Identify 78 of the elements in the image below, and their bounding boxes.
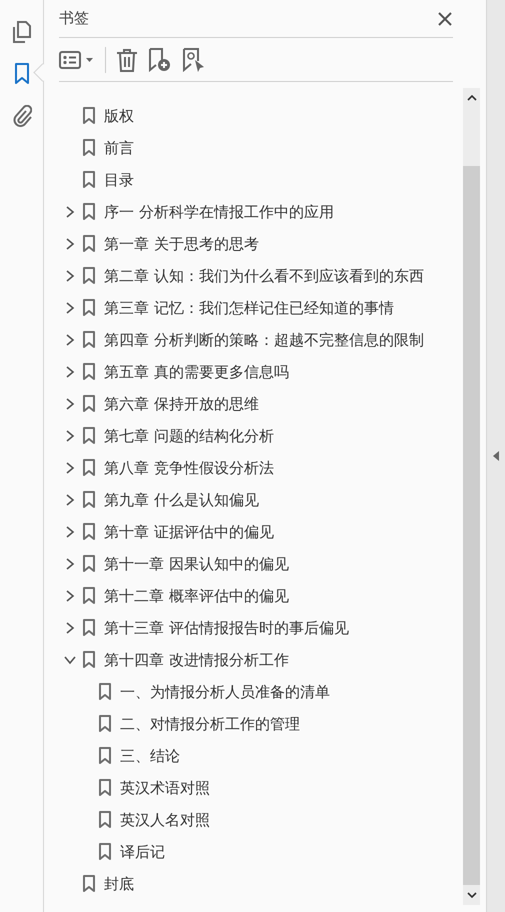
bookmark-item[interactable]: 第一章 关于思考的思考 (104, 234, 259, 254)
bookmark-item[interactable]: 封底 (104, 874, 134, 894)
bookmark-icon (82, 331, 96, 349)
bookmark-icon (82, 363, 96, 381)
bookmark-item[interactable]: 英汉术语对照 (120, 778, 210, 798)
bookmark-icon (82, 299, 96, 317)
scroll-down-icon[interactable] (466, 892, 476, 898)
bookmark-icon (82, 139, 96, 157)
bookmark-icon (82, 171, 96, 189)
bookmark-icon (82, 619, 96, 637)
bookmark-item[interactable]: 第七章 问题的结构化分析 (104, 426, 274, 446)
bookmark-icon (82, 523, 96, 541)
expand-toggle[interactable] (64, 270, 76, 282)
bookmark-item[interactable]: 序一 分析科学在情报工作中的应用 (104, 202, 334, 222)
bookmark-icon (98, 779, 112, 797)
bookmark-item[interactable]: 第二章 认知：我们为什么看不到应该看到的东西 (104, 266, 424, 286)
bookmark-icon (98, 715, 112, 733)
close-button[interactable] (437, 10, 453, 26)
bookmark-icon (98, 843, 112, 861)
expand-toggle[interactable] (64, 462, 76, 474)
bookmark-item[interactable]: 第十章 证据评估中的偏见 (104, 522, 274, 542)
bookmark-item[interactable]: 第十四章 改进情报分析工作 (104, 650, 289, 670)
expand-toggle[interactable] (64, 238, 76, 250)
bookmark-item[interactable]: 二、对情报分析工作的管理 (120, 714, 300, 734)
collapse-panel-icon[interactable] (493, 451, 499, 461)
bookmark-item[interactable]: 三、结论 (120, 746, 180, 766)
new-bookmark-button[interactable] (148, 48, 172, 72)
expand-toggle[interactable] (64, 558, 76, 570)
expand-toggle[interactable] (64, 590, 76, 602)
bookmark-item[interactable]: 英汉人名对照 (120, 810, 210, 830)
expand-toggle[interactable] (64, 430, 76, 442)
bookmark-icon (82, 651, 96, 669)
bookmark-item[interactable]: 目录 (104, 170, 134, 190)
bookmark-item[interactable]: 第八章 竞争性假设分析法 (104, 458, 274, 478)
bookmark-icon (82, 555, 96, 573)
bookmark-item[interactable]: 第九章 什么是认知偏见 (104, 490, 259, 510)
bookmark-icon (14, 63, 30, 85)
bookmark-icon (82, 587, 96, 605)
expand-toggle[interactable] (64, 366, 76, 378)
find-bookmark-button[interactable] (182, 48, 206, 72)
bookmark-item[interactable]: 第三章 记忆：我们怎样记住已经知道的事情 (104, 298, 394, 318)
bookmark-item[interactable]: 前言 (104, 138, 134, 158)
bookmark-icon (82, 107, 96, 125)
bookmark-item[interactable]: 第十一章 因果认知中的偏见 (104, 554, 289, 574)
expand-toggle[interactable] (64, 398, 76, 410)
scroll-up-icon[interactable] (466, 95, 476, 101)
expand-toggle[interactable] (64, 494, 76, 506)
paperclip-icon (12, 105, 32, 127)
bookmark-icon (82, 203, 96, 221)
expand-toggle[interactable] (64, 334, 76, 346)
scrollbar[interactable] (463, 88, 480, 905)
expand-toggle[interactable] (64, 302, 76, 314)
bookmark-item[interactable]: 第五章 真的需要更多信息吗 (104, 362, 289, 382)
bookmark-item[interactable]: 译后记 (120, 842, 165, 862)
bookmark-item[interactable]: 一、为情报分析人员准备的清单 (120, 682, 330, 702)
bookmark-item[interactable]: 第六章 保持开放的思维 (104, 394, 259, 414)
bookmark-icon (98, 811, 112, 829)
expand-toggle[interactable] (64, 622, 76, 634)
bookmark-item[interactable]: 版权 (104, 106, 134, 126)
bookmark-icon (82, 267, 96, 285)
bookmark-icon (82, 875, 96, 893)
pages-icon (12, 21, 32, 43)
expand-toggle[interactable] (64, 206, 76, 218)
collapse-toggle[interactable] (64, 654, 76, 666)
bookmark-icon (82, 427, 96, 445)
delete-button[interactable] (116, 48, 138, 72)
bookmark-item[interactable]: 第十三章 评估情报报告时的事后偏见 (104, 618, 349, 638)
bookmark-icon (82, 459, 96, 477)
bookmark-icon (98, 683, 112, 701)
expand-toggle[interactable] (64, 526, 76, 538)
bookmark-icon (82, 395, 96, 413)
bookmark-item[interactable]: 第十二章 概率评估中的偏见 (104, 586, 289, 606)
bookmark-item[interactable]: 第四章 分析判断的策略：超越不完整信息的限制 (104, 330, 424, 350)
bookmark-icon (98, 747, 112, 765)
panel-title: 书签 (59, 9, 89, 28)
bookmark-icon (82, 235, 96, 253)
options-menu-button[interactable] (59, 50, 95, 70)
bookmark-icon (82, 491, 96, 509)
